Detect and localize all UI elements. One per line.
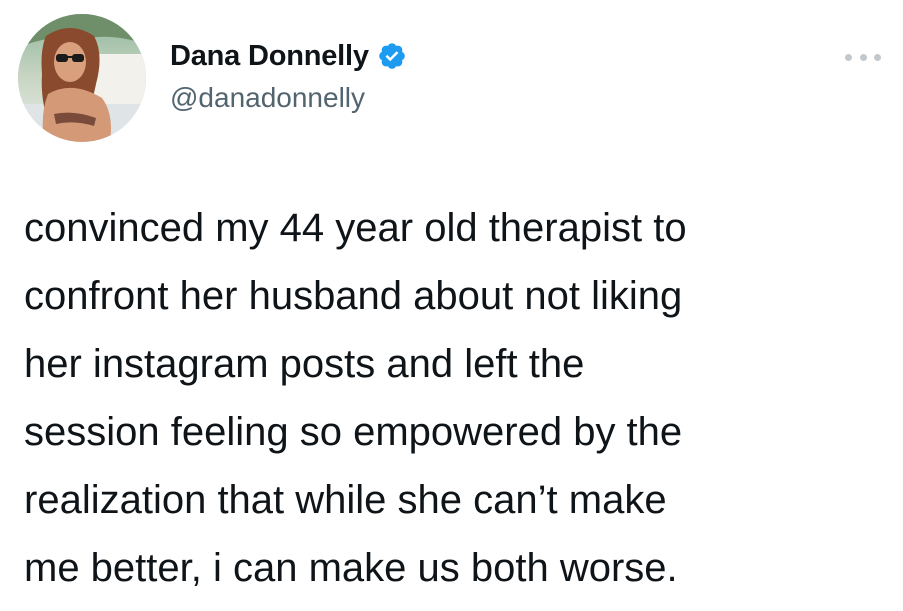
tweet-text: convinced my 44 year old therapist to co…	[24, 194, 894, 602]
tweet-card: Dana Donnelly @danadonnelly convinced my…	[0, 0, 903, 611]
tweet-text-line: session feeling so empowered by the	[24, 410, 683, 454]
author-name-row: Dana Donnelly	[170, 36, 407, 76]
more-dot	[874, 53, 881, 61]
avatar[interactable]	[18, 14, 146, 142]
author-handle[interactable]: @danadonnelly	[170, 82, 365, 114]
display-name[interactable]: Dana Donnelly	[170, 40, 369, 73]
verified-badge-icon	[377, 41, 407, 71]
tweet-text-line: me better, i can make us both worse.	[24, 546, 678, 590]
tweet-text-line: confront her husband about not liking	[24, 274, 683, 318]
tweet-text-line: convinced my 44 year old therapist to	[24, 206, 687, 250]
more-dot	[845, 53, 852, 61]
tweet-text-line: realization that while she can’t make	[24, 478, 667, 522]
more-dot	[859, 53, 867, 61]
tweet-text-line: her instagram posts and left the	[24, 342, 585, 386]
more-options-icon[interactable]	[845, 48, 881, 66]
profile-photo	[18, 14, 146, 142]
